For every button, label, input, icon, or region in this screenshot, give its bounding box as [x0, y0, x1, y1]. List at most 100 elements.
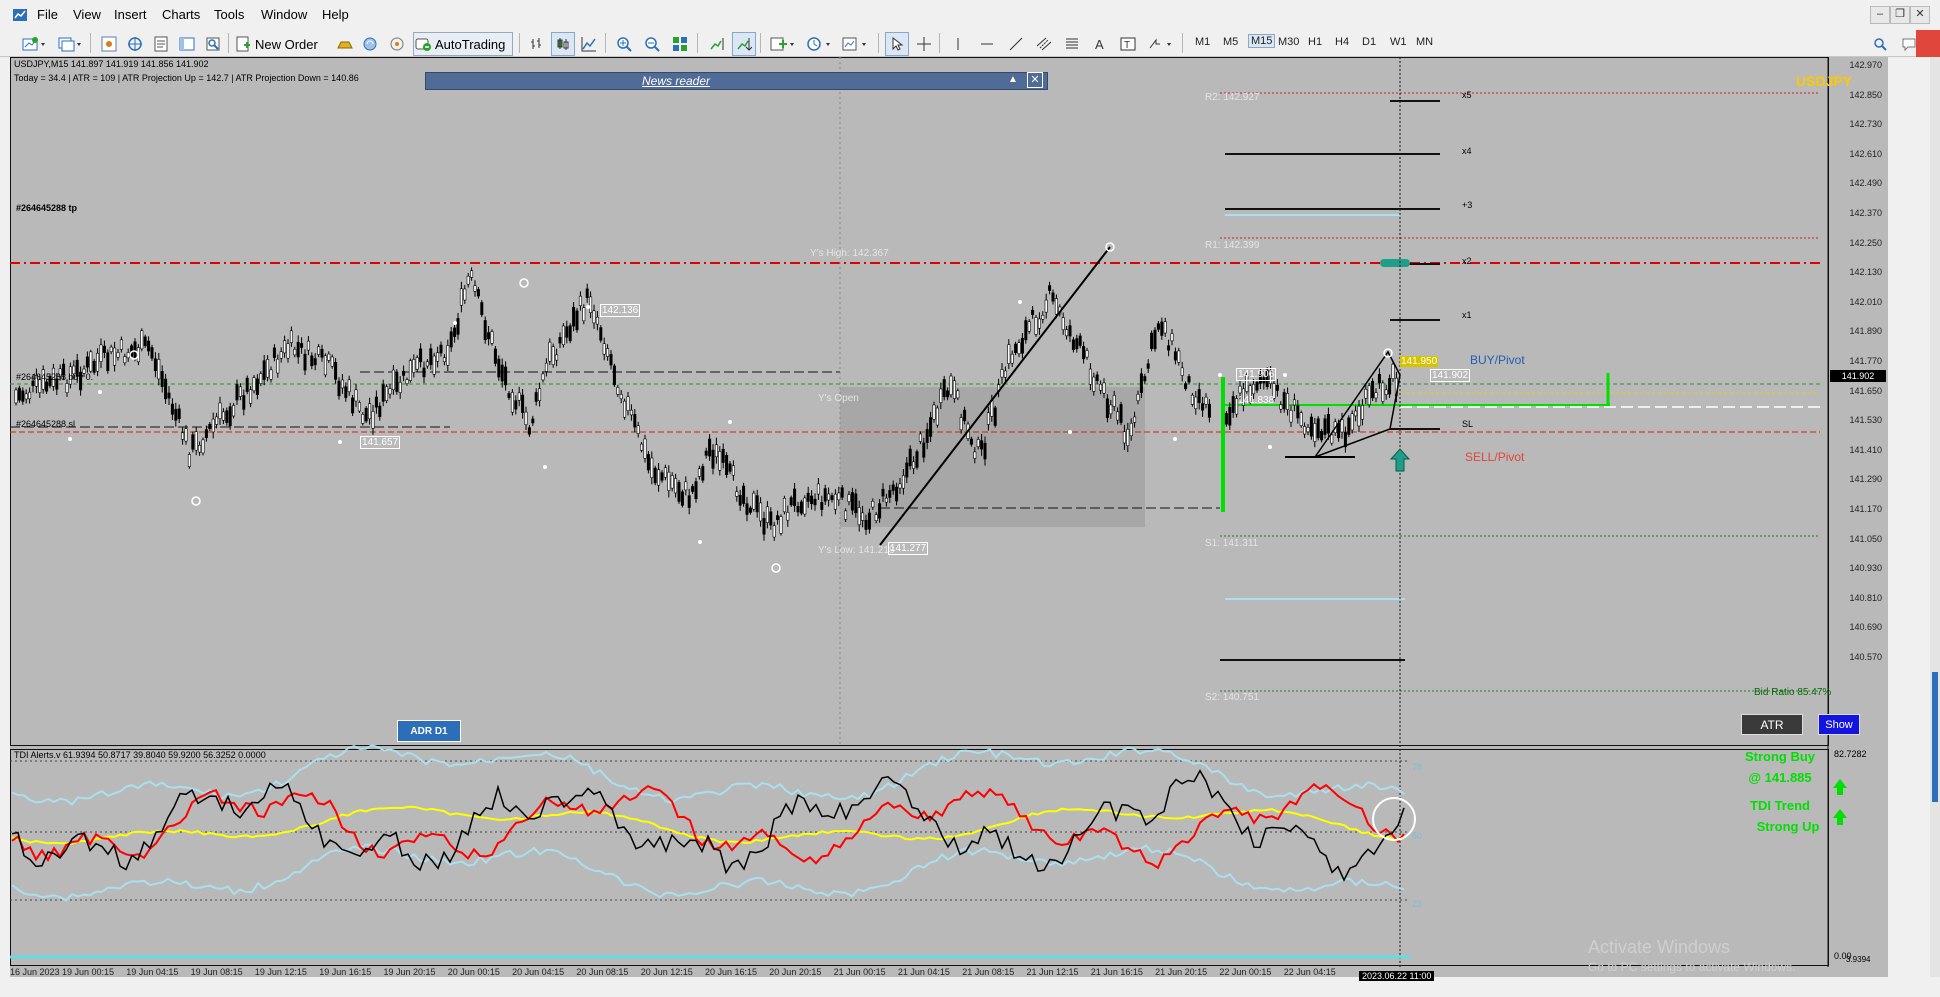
zoom-out-button[interactable] — [640, 32, 664, 56]
candle-body — [609, 354, 613, 366]
timeframe-h4[interactable]: H4 — [1335, 36, 1349, 48]
new-chart-button[interactable] — [18, 32, 52, 56]
candle-body — [541, 373, 545, 381]
auto-scroll-button[interactable] — [732, 32, 756, 56]
auto-scroll-icon — [737, 38, 752, 51]
gold-bars-button[interactable] — [333, 32, 357, 56]
timeframe-m15[interactable]: M15 — [1248, 34, 1276, 48]
text-label-button[interactable]: T — [1116, 32, 1140, 56]
price-tick: 140.810 — [1849, 592, 1882, 603]
minimize-button[interactable]: – — [1870, 6, 1890, 24]
news-reader-bar[interactable]: News reader ▲ ✕ — [425, 72, 1048, 90]
right-scrollbar[interactable] — [1930, 57, 1940, 977]
pivot-s1: S1: 141.311 — [1205, 538, 1259, 549]
close-button[interactable]: ✕ — [1910, 6, 1930, 24]
profiles-button[interactable] — [55, 32, 87, 56]
candle-body — [538, 388, 542, 402]
periods-button[interactable] — [803, 32, 837, 56]
menu-window[interactable]: Window — [261, 7, 307, 22]
candle-body — [646, 454, 650, 471]
search-icon — [1874, 38, 1887, 51]
trendline-button[interactable] — [1004, 32, 1028, 56]
atr-button[interactable]: ATR — [1741, 714, 1803, 735]
chart-window[interactable]: USDJPY,M15 141.897 141.919 141.856 141.9… — [10, 57, 1888, 981]
data-window-button[interactable] — [149, 32, 173, 56]
candle-body — [167, 392, 171, 399]
news-close-icon[interactable]: ✕ — [1027, 72, 1043, 88]
signals-button[interactable] — [358, 32, 382, 56]
timeframe-w1[interactable]: W1 — [1390, 36, 1407, 48]
text-button[interactable]: A — [1088, 32, 1112, 56]
tile-windows-button[interactable] — [668, 32, 692, 56]
candle-body — [204, 429, 208, 438]
scrollbar-thumb[interactable] — [1932, 672, 1938, 802]
candle-body — [1034, 317, 1038, 335]
arrows-icon — [1149, 38, 1171, 49]
menu-help[interactable]: Help — [322, 7, 349, 22]
strong-buy-price: @ 141.885 — [1748, 770, 1812, 785]
candle-body — [215, 416, 219, 425]
candle-body — [1102, 382, 1106, 394]
chat-icon — [1902, 38, 1916, 52]
cursor-button[interactable] — [885, 32, 909, 56]
vertical-line-button[interactable] — [946, 32, 970, 56]
zoom-in-button[interactable] — [612, 32, 636, 56]
target-x5: x5 — [1462, 90, 1472, 100]
candle-body — [116, 352, 120, 358]
crosshair-button[interactable] — [912, 32, 936, 56]
menu-charts[interactable]: Charts — [162, 7, 200, 22]
restore-button[interactable]: ❐ — [1890, 6, 1910, 24]
point-marker — [453, 321, 457, 325]
candle-body — [259, 373, 263, 384]
candle-body — [184, 428, 188, 442]
autotrading-button[interactable]: AutoTrading — [413, 32, 513, 56]
timeframe-d1[interactable]: D1 — [1362, 36, 1376, 48]
metaeditor-button[interactable] — [385, 32, 409, 56]
candle-body — [408, 360, 412, 381]
timeframe-m30[interactable]: M30 — [1278, 36, 1299, 48]
equidistant-channel-button[interactable] — [1032, 32, 1056, 56]
candle-body — [249, 389, 253, 404]
candle-body — [1309, 416, 1313, 437]
new-order-button[interactable]: New Order — [234, 32, 328, 56]
candle-body — [1201, 403, 1205, 411]
candle-body — [109, 346, 113, 353]
terminal-button[interactable] — [175, 32, 199, 56]
timeframe-m5[interactable]: M5 — [1223, 36, 1238, 48]
market-watch-button[interactable] — [97, 32, 121, 56]
timeframe-m1[interactable]: M1 — [1195, 36, 1210, 48]
arrows-button[interactable] — [1144, 32, 1178, 56]
time-tick: 21 Jun 00:15 — [833, 967, 886, 977]
menu-view[interactable]: View — [73, 7, 101, 22]
search-button[interactable] — [1869, 32, 1891, 56]
indicators-button[interactable] — [767, 32, 801, 56]
line-chart-button[interactable] — [577, 32, 601, 56]
candle-body — [1136, 394, 1140, 402]
horizontal-line-button[interactable] — [975, 32, 999, 56]
chart-shift-button[interactable] — [705, 32, 729, 56]
adr-button[interactable]: ADR D1 — [397, 720, 461, 742]
red-alert-tab[interactable] — [1916, 30, 1940, 57]
candle-body — [106, 352, 110, 371]
menu-file[interactable]: File — [37, 7, 58, 22]
news-reader-title[interactable]: News reader — [426, 74, 926, 88]
time-tick: 20 Jun 00:15 — [447, 967, 500, 977]
timeframe-h1[interactable]: H1 — [1308, 36, 1322, 48]
fibonacci-button[interactable] — [1060, 32, 1084, 56]
crosshair-nav-button[interactable] — [123, 32, 147, 56]
strategy-tester-button[interactable] — [201, 32, 225, 56]
candle-body — [969, 438, 973, 445]
collapse-icon[interactable]: ▲ — [1008, 74, 1018, 85]
point-marker — [1268, 445, 1272, 449]
candle-body — [1374, 392, 1378, 399]
candle-body — [340, 379, 344, 389]
menu-tools[interactable]: Tools — [214, 7, 244, 22]
candle-body — [1041, 315, 1045, 320]
timeframe-mn[interactable]: MN — [1416, 36, 1433, 48]
bid-ratio-label: Bid Ratio 85.47% — [1754, 687, 1832, 698]
target-x2: x2 — [1462, 256, 1472, 266]
menu-insert[interactable]: Insert — [114, 7, 147, 22]
bar-chart-button[interactable] — [525, 32, 549, 56]
candlestick-button[interactable] — [551, 32, 575, 56]
templates-button[interactable] — [839, 32, 873, 56]
